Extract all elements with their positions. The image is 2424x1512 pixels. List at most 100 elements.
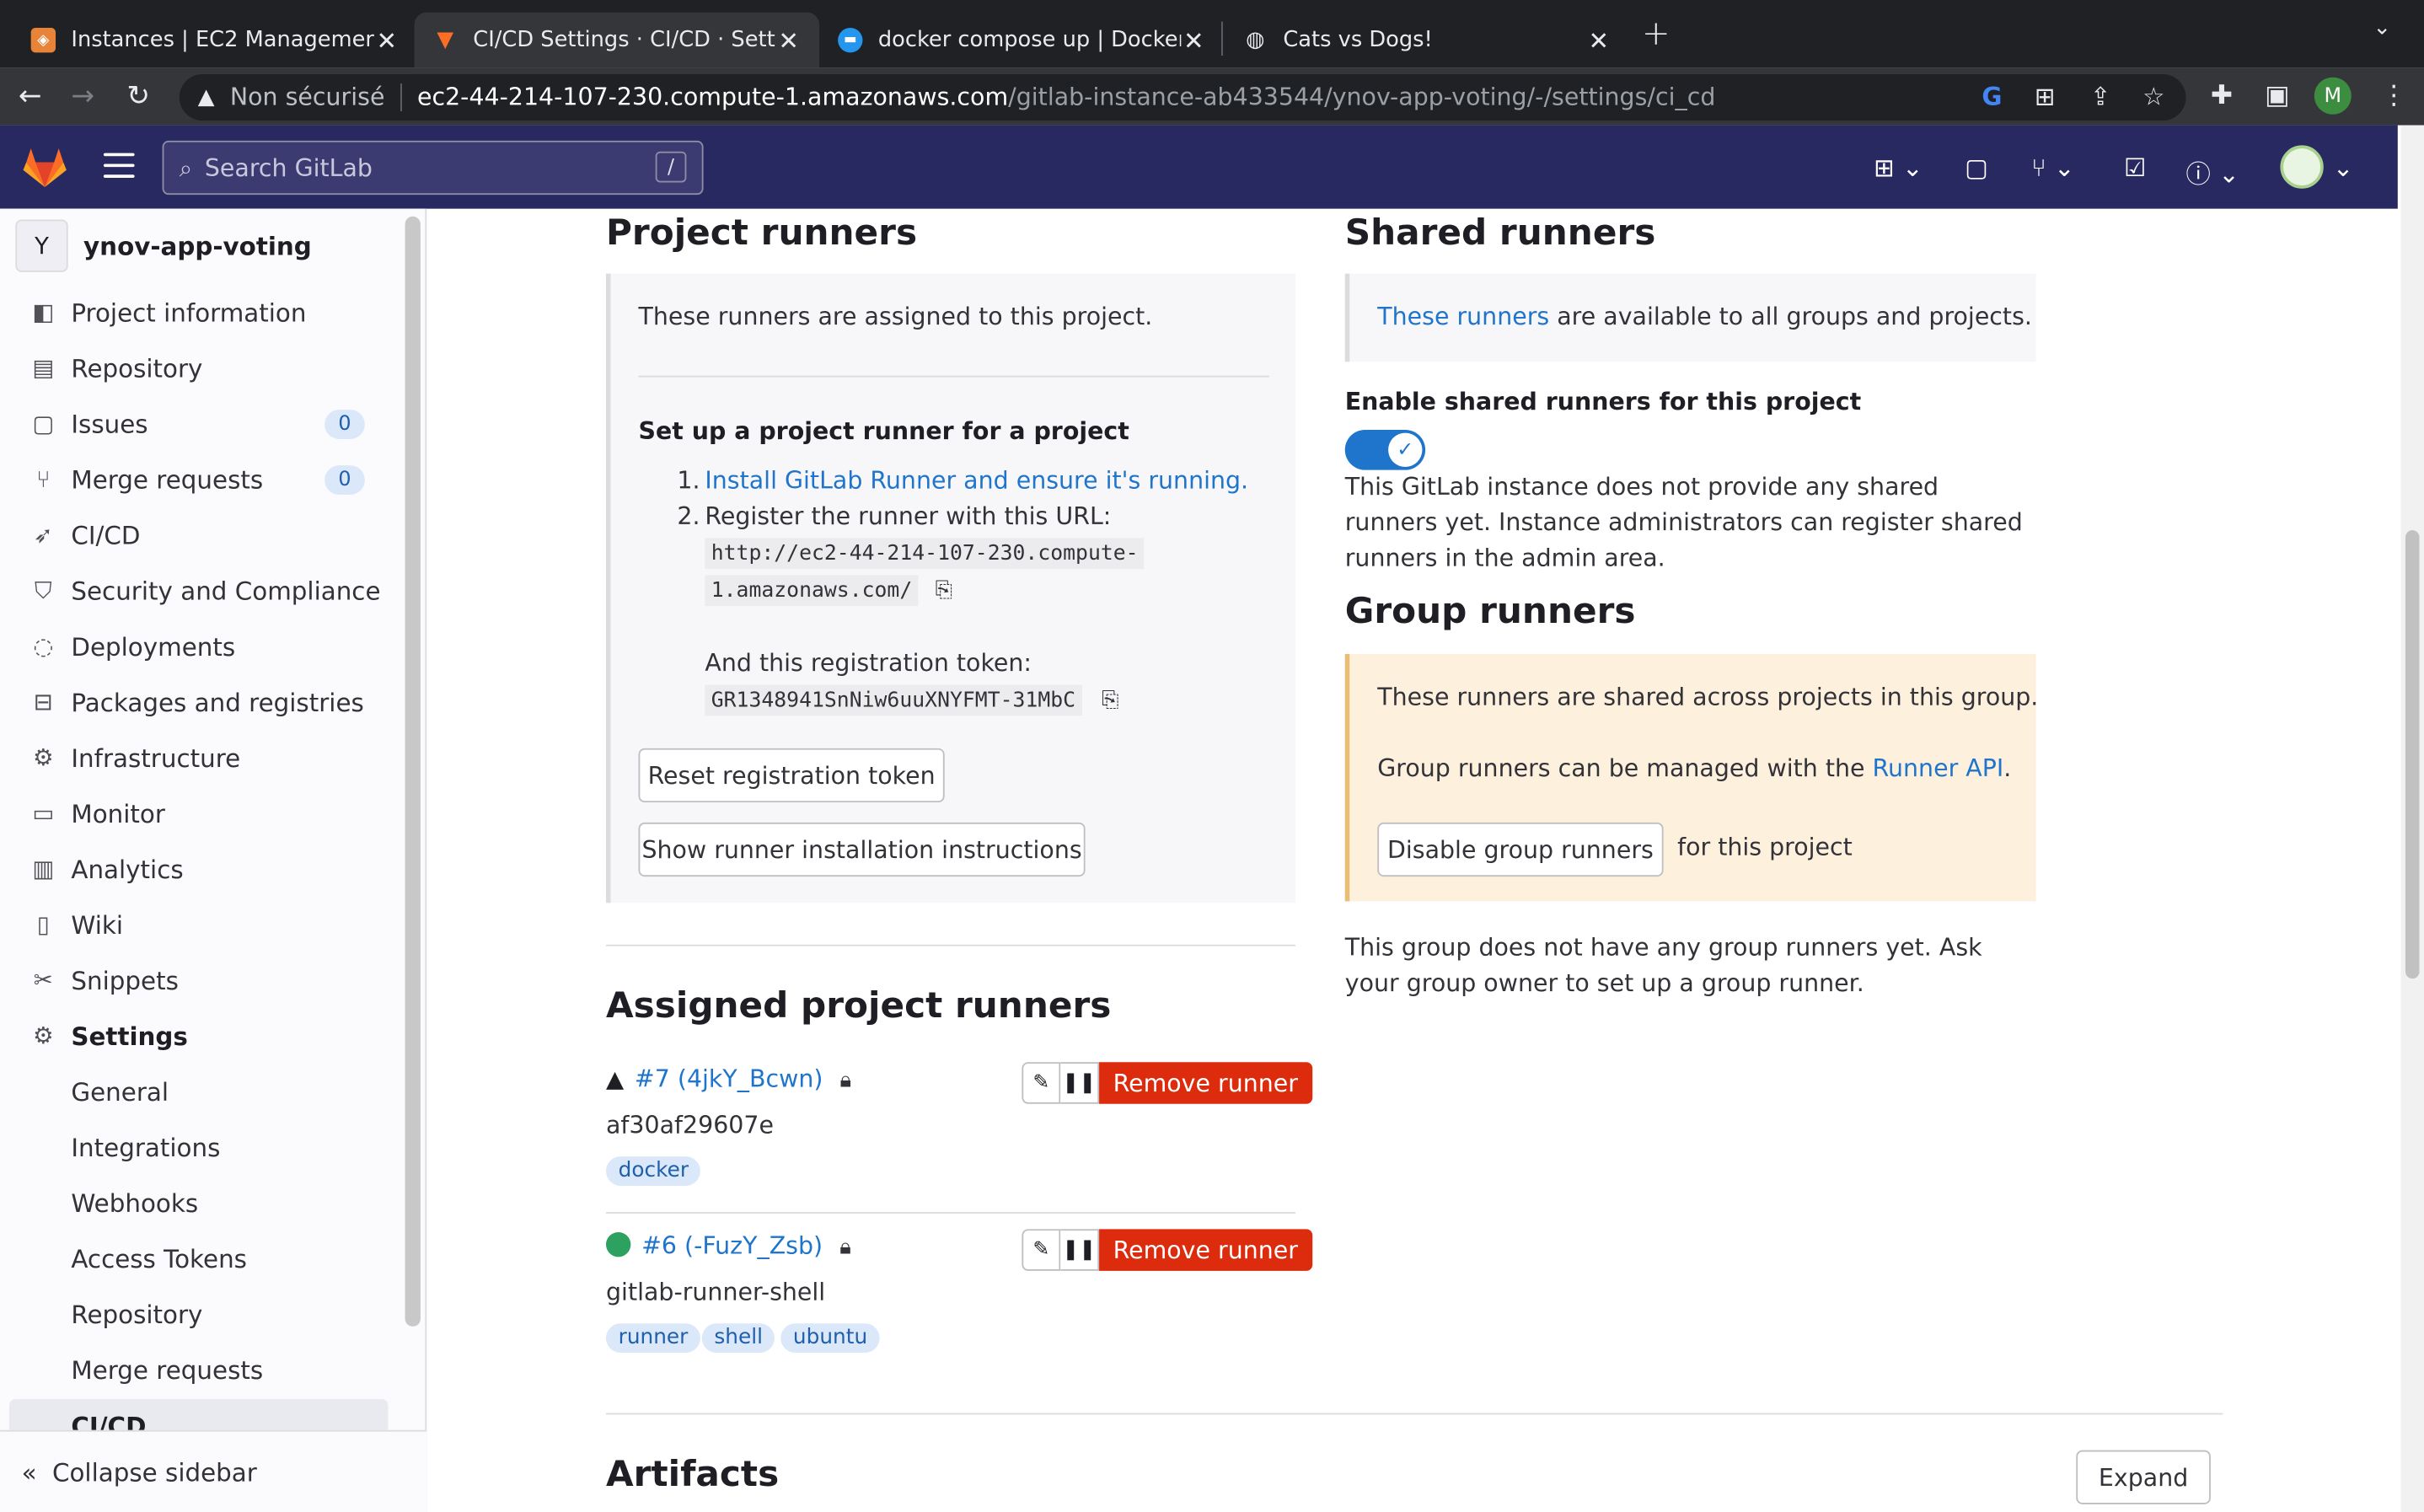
sidebar-item-settings[interactable]: ⚙ Settings	[0, 1010, 399, 1062]
browser-tab-ec2[interactable]: ◈ Instances | EC2 Management C ✕	[13, 13, 418, 68]
sidebar-item-label: Repository	[71, 353, 203, 383]
registration-token[interactable]: GR1348941SnNiw6uuXNYFMT-31MbC	[705, 684, 1082, 716]
browser-tab-cats-dogs[interactable]: ◍ Cats vs Dogs! ✕	[1225, 13, 1630, 68]
remove-runner-button[interactable]: Remove runner	[1099, 1229, 1312, 1271]
extensions-puzzle-icon[interactable]: ✚	[2211, 80, 2233, 111]
sidebar-subitem-webhooks[interactable]: Webhooks	[0, 1177, 399, 1229]
sidebar-item-label: Merge requests	[71, 464, 264, 495]
runner-id-link[interactable]: #6 (-FuzY_Zsb)	[641, 1232, 823, 1260]
runner-api-link[interactable]: Runner API	[1873, 754, 2004, 782]
sidebar-item-label: Wiki	[71, 909, 124, 940]
copy-url-clipboard-icon[interactable]: ⎘	[936, 578, 953, 603]
sidebar-item-security[interactable]: ⛉ Security and Compliance	[0, 565, 399, 617]
translate-icon[interactable]: ⊞	[2035, 82, 2056, 111]
step-2-number: 2.	[677, 502, 700, 531]
online-status-icon	[606, 1231, 631, 1257]
close-tab-icon[interactable]: ✕	[374, 25, 399, 55]
side-panel-icon[interactable]: ▣	[2265, 80, 2289, 111]
todos-icon[interactable]: ☑	[2124, 153, 2146, 183]
close-tab-icon[interactable]: ✕	[1586, 25, 1611, 55]
runner-tag: shell	[701, 1323, 775, 1354]
sidebar-item-ci-cd[interactable]: ➶ CI/CD	[0, 509, 399, 561]
warning-triangle-icon: ▲	[197, 84, 215, 110]
divider	[638, 375, 1269, 378]
user-avatar[interactable]	[2280, 145, 2324, 189]
sidebar-item-snippets[interactable]: ✂ Snippets	[0, 954, 399, 1006]
disable-group-runners-button[interactable]: Disable group runners	[1377, 822, 1664, 877]
bookmark-star-icon[interactable]: ☆	[2142, 82, 2164, 111]
user-menu-chevron-icon[interactable]: ⌄	[2333, 153, 2354, 183]
remove-runner-button[interactable]: Remove runner	[1099, 1062, 1312, 1104]
sidebar-subitem-label: Integrations	[71, 1132, 221, 1162]
back-arrow-icon[interactable]: ←	[19, 80, 42, 113]
merge-requests-header-icon[interactable]: ⑂ ⌄	[2031, 153, 2075, 183]
enable-shared-runners-toggle[interactable]: ✓	[1344, 429, 1426, 470]
gitlab-logo-icon[interactable]	[22, 145, 68, 188]
artifacts-expand-button[interactable]: Expand	[2076, 1450, 2211, 1504]
sidebar-scrollbar[interactable]	[405, 216, 421, 1327]
search-input[interactable]: ⌕ Search GitLab /	[162, 140, 704, 196]
url-field[interactable]: ▲ Non sécurisé ec2-44-214-107-230.comput…	[179, 74, 2186, 121]
sidebar-subitem-repository[interactable]: Repository	[0, 1288, 399, 1340]
shared-runners-note: This GitLab instance does not provide an…	[1344, 473, 2023, 572]
close-tab-icon[interactable]: ✕	[1182, 25, 1206, 55]
sidebar-item-repository[interactable]: ▤ Repository	[0, 341, 399, 394]
new-tab-plus-icon[interactable]: +	[1642, 15, 1671, 54]
page-scrollbar[interactable]	[2400, 125, 2424, 1512]
tab-separator	[1221, 21, 1223, 56]
sidebar-subitem-integrations[interactable]: Integrations	[0, 1121, 399, 1173]
sidebar-item-infrastructure[interactable]: ⚙ Infrastructure	[0, 732, 399, 784]
sidebar-project-header[interactable]: Y ynov-app-voting	[15, 218, 312, 274]
tab-search-chevron-icon[interactable]: ⌄	[2373, 15, 2391, 40]
sidebar-item-packages[interactable]: ⊟ Packages and registries	[0, 676, 399, 728]
shield-icon: ⛉	[35, 576, 52, 605]
sidebar-item-monitor[interactable]: ▭ Monitor	[0, 787, 399, 839]
sidebar-item-deployments[interactable]: ◌ Deployments	[0, 620, 399, 673]
profile-initial: M	[2324, 83, 2342, 108]
copy-token-clipboard-icon[interactable]: ⎘	[1102, 688, 1119, 712]
edit-pencil-icon[interactable]: ✎	[1022, 1062, 1061, 1104]
main-menu-hamburger-icon[interactable]	[103, 153, 135, 178]
reload-icon[interactable]: ↻	[126, 80, 150, 113]
install-runner-link[interactable]: Install GitLab Runner and ensure it's ru…	[705, 464, 1248, 499]
show-runner-instructions-button[interactable]: Show runner installation instructions	[638, 822, 1086, 877]
warning-triangle-icon: ▲	[606, 1064, 625, 1093]
pause-icon[interactable]: ❚❚	[1060, 1229, 1100, 1271]
pause-icon[interactable]: ❚❚	[1060, 1062, 1100, 1104]
sidebar-item-wiki[interactable]: ▯ Wiki	[0, 898, 399, 951]
sidebar-item-merge-requests[interactable]: ⑂ Merge requests 0	[0, 453, 399, 505]
rocket-icon: ➶	[33, 521, 53, 550]
google-icon[interactable]: G	[1982, 82, 2002, 111]
sidebar-subitem-general[interactable]: General	[0, 1065, 399, 1118]
cloud-gear-icon: ⚙	[33, 743, 54, 772]
collapse-sidebar-button[interactable]: « Collapse sidebar	[0, 1429, 427, 1512]
these-runners-link[interactable]: These runners	[1377, 303, 1549, 331]
close-tab-icon[interactable]: ✕	[776, 25, 801, 55]
sidebar-subitem-merge-requests[interactable]: Merge requests	[0, 1343, 399, 1396]
aws-favicon-icon: ◈	[30, 28, 56, 53]
package-icon: ⊟	[33, 688, 53, 716]
issues-header-icon[interactable]: ▢	[1965, 153, 1988, 183]
sidebar-subitem-access-tokens[interactable]: Access Tokens	[0, 1232, 399, 1284]
collapse-sidebar-label: Collapse sidebar	[51, 1456, 257, 1487]
gitlab-top-bar: ⌕ Search GitLab / ⊞ ⌄ ▢ ⑂ ⌄ ☑ ⓘ ⌄ ⌄	[0, 125, 2398, 209]
page-scrollbar-thumb[interactable]	[2405, 530, 2420, 979]
runner-id-link[interactable]: #7 (4jkY_Bcwn)	[635, 1065, 823, 1093]
forward-arrow-icon[interactable]: →	[71, 80, 94, 113]
browser-tab-gitlab[interactable]: ▼ CI/CD Settings · CI/CD · Settin ✕	[414, 12, 820, 68]
artifacts-heading: Artifacts	[606, 1455, 780, 1495]
edit-pencil-icon[interactable]: ✎	[1022, 1229, 1061, 1271]
browser-menu-icon[interactable]: ⋮	[2381, 80, 2407, 111]
sidebar-item-issues[interactable]: ▢ Issues 0	[0, 397, 399, 449]
profile-avatar[interactable]: M	[2314, 77, 2352, 115]
help-icon[interactable]: ⓘ ⌄	[2186, 153, 2239, 190]
reset-registration-token-button[interactable]: Reset registration token	[638, 748, 945, 803]
tab-title: CI/CD Settings · CI/CD · Settin	[473, 28, 777, 53]
create-new-icon[interactable]: ⊞ ⌄	[1874, 153, 1923, 183]
sidebar-item-project-information[interactable]: ◧ Project information	[0, 286, 399, 338]
share-icon[interactable]: ⇪	[2090, 82, 2111, 111]
sidebar-item-analytics[interactable]: ▥ Analytics	[0, 843, 399, 895]
shared-runners-intro-text: are available to all groups and projects…	[1549, 303, 2032, 331]
browser-tab-docker[interactable]: ▬ docker compose up | Docker D ✕	[819, 13, 1225, 68]
registration-url[interactable]: http://ec2-44-214-107-230.compute- 1.ama…	[705, 535, 1145, 609]
